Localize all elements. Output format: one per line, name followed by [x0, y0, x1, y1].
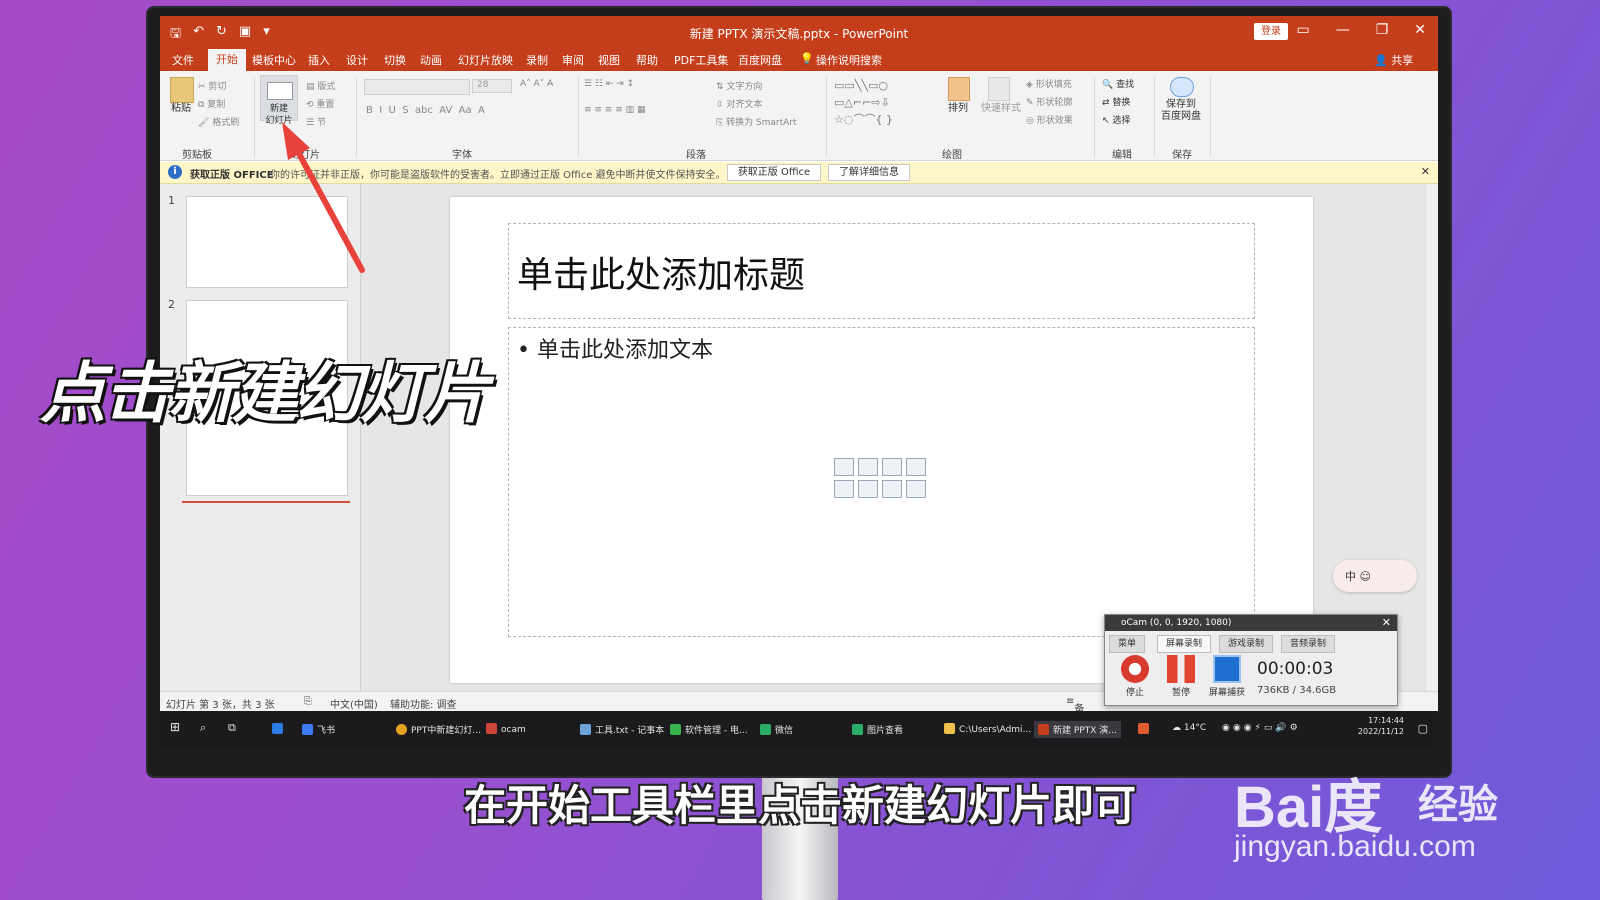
step-caption: 点击新建幻灯片	[40, 355, 490, 432]
arrow-head	[282, 122, 310, 160]
arrow-shaft	[294, 147, 365, 273]
baidu-watermark-jingyan: 经验	[1418, 782, 1498, 828]
baidu-watermark-url: jingyan.baidu.com	[1234, 830, 1476, 863]
